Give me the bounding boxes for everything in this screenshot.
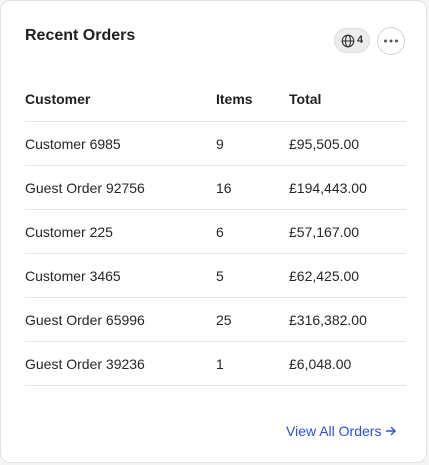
- table-row[interactable]: Customer 6985 9 £95,505.00: [25, 121, 406, 166]
- language-selector[interactable]: 4: [334, 28, 370, 53]
- cell-total: £95,505.00: [289, 121, 406, 166]
- cell-items: 5: [216, 253, 289, 298]
- cell-total: £62,425.00: [289, 253, 406, 298]
- table-row[interactable]: Guest Order 39236 1 £6,048.00: [25, 341, 406, 386]
- table-row[interactable]: Guest Order 65996 25 £316,382.00: [25, 297, 406, 342]
- cell-items: 9: [216, 121, 289, 166]
- cell-total: £194,443.00: [289, 165, 406, 210]
- cell-customer: Customer 6985: [25, 121, 216, 166]
- cell-customer: Guest Order 39236: [25, 341, 216, 386]
- more-horizontal-icon: [383, 39, 399, 43]
- cell-items: 1: [216, 341, 289, 386]
- table-row[interactable]: Guest Order 92756 16 £194,443.00: [25, 165, 406, 210]
- table-header-row: Customer Items Total: [25, 77, 406, 122]
- header-items: Items: [216, 77, 289, 122]
- header-customer: Customer: [25, 77, 216, 122]
- card-title: Recent Orders: [25, 27, 136, 44]
- cell-customer: Customer 225: [25, 209, 216, 254]
- cell-items: 6: [216, 209, 289, 254]
- cell-items: 25: [216, 297, 289, 342]
- cell-customer: Guest Order 65996: [25, 297, 216, 342]
- table-row[interactable]: Customer 3465 5 £62,425.00: [25, 253, 406, 298]
- cell-total: £6,048.00: [289, 341, 406, 386]
- globe-icon: [341, 34, 355, 48]
- orders-table: Customer Items Total Customer 6985 9 £95…: [25, 77, 406, 386]
- table-row[interactable]: Customer 225 6 £57,167.00: [25, 209, 406, 254]
- recent-orders-card: Recent Orders 4 Customer Items Total Cus…: [0, 0, 427, 463]
- header-total: Total: [289, 77, 406, 122]
- more-options-button[interactable]: [377, 27, 405, 55]
- cell-total: £57,167.00: [289, 209, 406, 254]
- cell-items: 16: [216, 165, 289, 210]
- cell-total: £316,382.00: [289, 297, 406, 342]
- language-count: 4: [356, 34, 364, 46]
- arrow-right-icon: [385, 425, 397, 437]
- view-all-label: View All Orders: [286, 423, 382, 439]
- view-all-orders-link[interactable]: View All Orders: [286, 422, 397, 440]
- cell-customer: Customer 3465: [25, 253, 216, 298]
- cell-customer: Guest Order 92756: [25, 165, 216, 210]
